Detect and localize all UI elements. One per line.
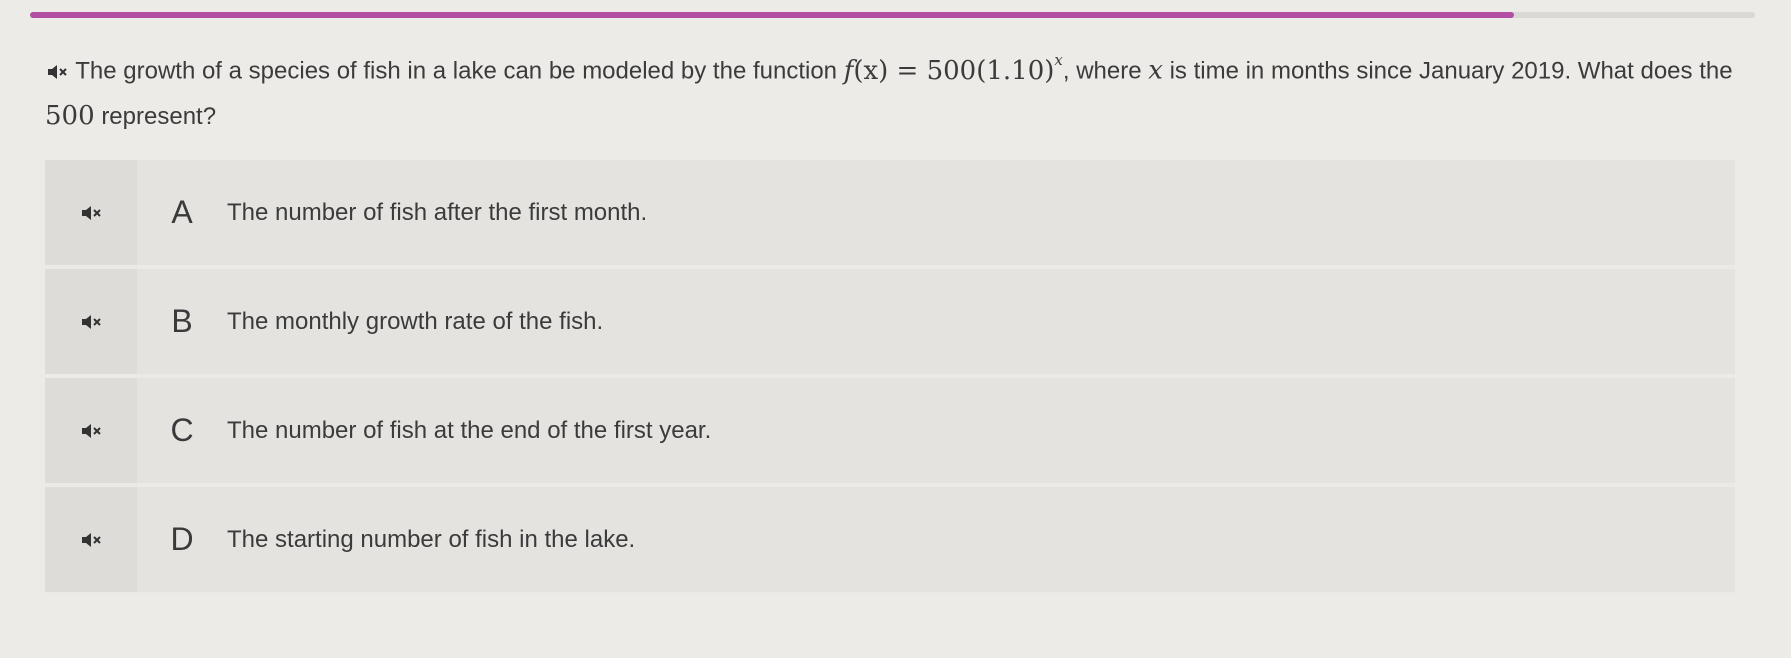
- question-text-continued: is time in months since January 2019. Wh…: [1169, 57, 1733, 85]
- option-d[interactable]: D The starting number of fish in the lak…: [45, 487, 1735, 596]
- option-b[interactable]: B The monthly growth rate of the fish.: [45, 269, 1735, 378]
- option-text: The number of fish after the first month…: [227, 198, 648, 226]
- option-text: The number of fish at the end of the fir…: [227, 416, 712, 444]
- question-text-end: represent?: [101, 102, 217, 130]
- option-letter: A: [171, 194, 193, 230]
- speaker-icon[interactable]: [45, 160, 137, 265]
- speaker-icon[interactable]: [45, 378, 137, 483]
- option-letter: D: [170, 521, 194, 557]
- constant-500: 500: [45, 100, 95, 131]
- question-text-start: The growth of a species of fish in a lak…: [75, 57, 838, 85]
- option-c[interactable]: C The number of fish at the end of the f…: [45, 378, 1735, 487]
- option-letter: B: [171, 303, 193, 339]
- question-prompt: The growth of a species of fish in a lak…: [45, 42, 1745, 139]
- speaker-icon[interactable]: [45, 60, 69, 84]
- function-expression: f(x) = 500(1.10)x: [843, 51, 1063, 86]
- progress-bar: [30, 12, 1755, 18]
- question-text-where: , where: [1062, 57, 1142, 85]
- speaker-icon[interactable]: [45, 487, 137, 592]
- progress-fill: [30, 12, 1514, 18]
- option-text: The monthly growth rate of the fish.: [227, 307, 604, 335]
- option-a[interactable]: A The number of fish after the first mon…: [45, 160, 1735, 269]
- answer-options: A The number of fish after the first mon…: [45, 160, 1735, 596]
- speaker-icon[interactable]: [45, 269, 137, 374]
- option-text: The starting number of fish in the lake.: [227, 525, 636, 553]
- option-letter: C: [170, 412, 194, 448]
- variable-x: x: [1148, 55, 1163, 86]
